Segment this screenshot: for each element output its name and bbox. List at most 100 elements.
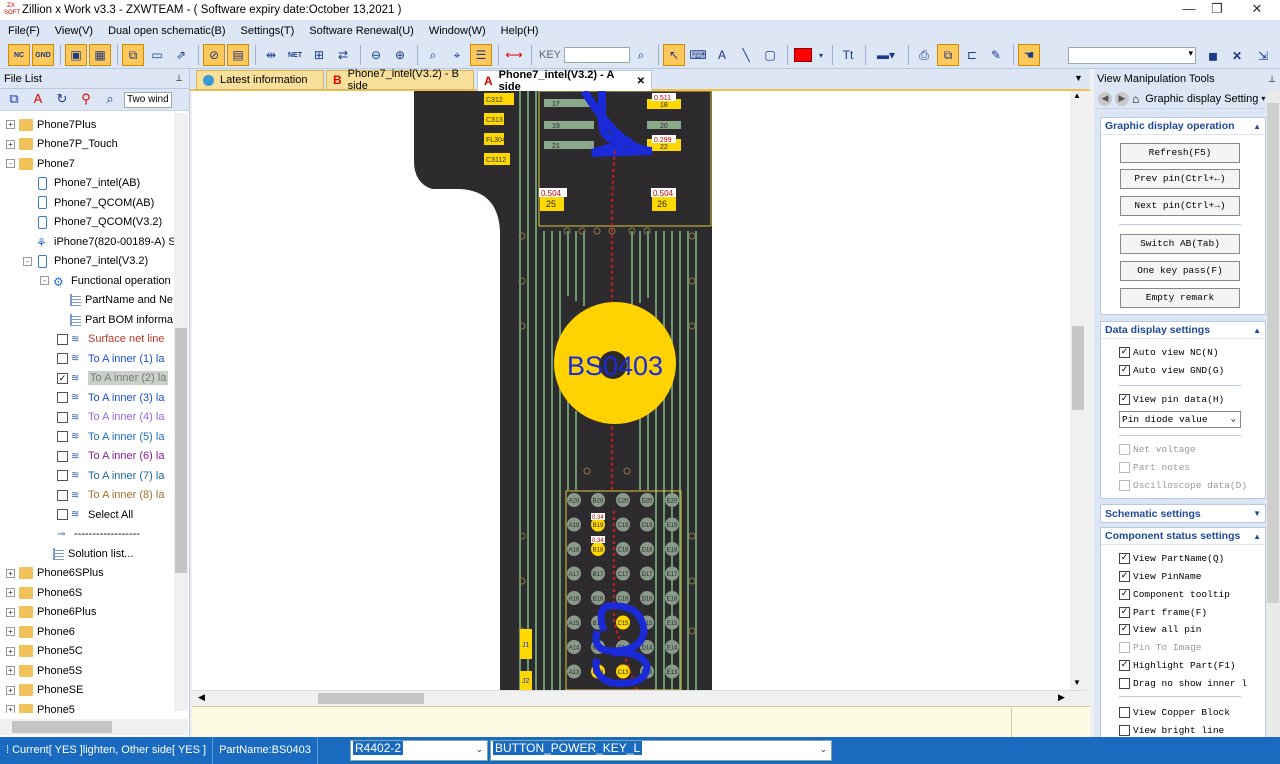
expand-icon[interactable]: + (6, 705, 15, 713)
expand-icon[interactable]: + (6, 568, 15, 578)
pin-icon[interactable]: ⊥ (175, 73, 183, 84)
tree-item[interactable]: ✓ ≋ To A inner (2) la (0, 369, 169, 388)
pin-data-select[interactable]: Pin diode value ⌄ (1119, 411, 1241, 428)
pin-icon[interactable]: ⊥ (1268, 74, 1276, 85)
menu-file[interactable]: File(F) (8, 25, 40, 37)
zoom-out-icon[interactable]: ⊖ (365, 44, 387, 66)
pointer-icon[interactable]: ↖ (663, 44, 686, 66)
line-icon[interactable]: ╲ (735, 44, 757, 66)
maximize-button[interactable]: ❐ (1198, 0, 1236, 20)
close-button[interactable]: ✕ (1238, 0, 1276, 20)
scroll-down-icon[interactable]: ▼ (1073, 678, 1081, 687)
scroll-right-icon[interactable]: ▶ (1058, 692, 1065, 703)
menu-software-renewal[interactable]: Software Renewal(U) (309, 25, 414, 37)
chevron-down-icon[interactable]: ▾ (1261, 94, 1265, 103)
next-pin-button[interactable]: Next pin(Ctrl+→) (1120, 196, 1240, 216)
part-icon[interactable]: ▣ (65, 44, 87, 66)
tree-item[interactable]: + Phone6Plus (0, 603, 96, 622)
screenshot-icon[interactable]: ⎙ (913, 44, 935, 66)
rect-icon[interactable]: ▢ (759, 44, 781, 66)
keyboard-icon[interactable]: ⌨ (687, 44, 709, 66)
settings-nav-label[interactable]: Graphic display Setting (1145, 93, 1258, 105)
tree-item[interactable]: ≋ To A inner (7) la (0, 466, 164, 485)
view-pin-data-checkbox[interactable]: ✓ View pin data(H) (1119, 391, 1224, 407)
line-style-icon[interactable]: ▬▾ (870, 44, 902, 66)
location-icon[interactable]: ⚲ (76, 91, 96, 109)
canvas-vertical-scrollbar[interactable]: ▲ ▼ (1070, 91, 1086, 690)
component-option-checkbox[interactable]: ✓ Part frame(F) (1119, 604, 1207, 620)
expand-icon[interactable]: + (6, 120, 15, 129)
tree-item[interactable]: ⊸ ------------------ (0, 525, 140, 544)
noise-icon[interactable]: ⊘ (203, 44, 225, 66)
pin-icon[interactable]: ✎ (985, 44, 1007, 66)
tree-item[interactable]: ≋ To A inner (5) la (0, 427, 164, 446)
tree-item[interactable]: + Phone6 (0, 622, 75, 641)
scrollbar-thumb[interactable] (1072, 326, 1084, 410)
tree-item[interactable]: ≋ To A inner (8) la (0, 486, 164, 505)
zoom-in-icon[interactable]: ⊕ (389, 44, 411, 66)
tree-item[interactable]: Phone7_QCOM(V3.2) (0, 213, 162, 232)
component-option-checkbox[interactable]: View Copper Block (1119, 704, 1230, 720)
chevron-down-icon[interactable]: ⌄ (475, 744, 483, 755)
layout-icon[interactable]: ⊏ (961, 44, 983, 66)
tree-item[interactable]: + Phone6S (0, 583, 82, 602)
hand-icon[interactable]: ☚ (1018, 44, 1041, 66)
external-icon[interactable]: ⇗ (170, 44, 192, 66)
section-header[interactable]: Component status settings ▲ (1101, 528, 1265, 545)
color-picker[interactable] (792, 44, 814, 66)
chip-icon[interactable]: ▦ (89, 44, 111, 66)
tree-item[interactable]: ≋ Surface net line (0, 330, 164, 349)
oscilloscope-data-checkbox[interactable]: Oscilloscope data(D) (1119, 477, 1247, 493)
section-header[interactable]: Schematic settings ▼ (1101, 505, 1265, 522)
fit-icon[interactable]: ⊞ (308, 44, 330, 66)
expand-icon[interactable]: + (6, 646, 15, 656)
collapse-icon[interactable]: - (6, 159, 15, 168)
forward-icon[interactable]: ▶ (1115, 91, 1129, 106)
back-icon[interactable]: ◀ (1098, 91, 1112, 106)
prev-pin-button[interactable]: Prev pin(Ctrl+←) (1120, 169, 1240, 189)
empty-remark-button[interactable]: Empty remark (1120, 288, 1240, 308)
find-icon[interactable]: ⌕ (422, 44, 444, 66)
color-dropdown-icon[interactable]: ▾ (816, 44, 826, 66)
tree-horizontal-scrollbar[interactable] (0, 719, 188, 735)
component-option-checkbox[interactable]: Pin To Image (1119, 639, 1201, 655)
menu-help[interactable]: Help(H) (501, 25, 539, 37)
checkbox[interactable] (57, 450, 68, 462)
copy-icon[interactable]: ⧉ (937, 44, 960, 66)
home-icon[interactable]: ⌂ (1132, 92, 1139, 106)
component-option-checkbox[interactable]: ✓ Highlight Part(F1) (1119, 657, 1236, 673)
window-icon[interactable]: ▭ (146, 44, 168, 66)
tree-item[interactable]: ≋ To A inner (3) la (0, 388, 164, 407)
checkbox[interactable] (57, 470, 68, 481)
font-size-button[interactable]: Tt (837, 44, 859, 66)
expand-icon[interactable]: + (6, 607, 15, 617)
grid-icon[interactable]: ▤ (227, 44, 249, 66)
search-icon[interactable]: ⌕ (630, 44, 652, 66)
clear-icon[interactable]: ✕ (1226, 45, 1248, 67)
checkbox[interactable] (57, 431, 68, 442)
menu-window[interactable]: Window(W) (429, 25, 486, 37)
net-voltage-checkbox[interactable]: Net voltage (1119, 441, 1196, 457)
expand-icon[interactable]: ⇲ (1252, 45, 1274, 67)
tree-item[interactable]: ≋ To A inner (1) la (0, 349, 164, 368)
menu-dual-open[interactable]: Dual open schematic(B) (108, 25, 225, 37)
list-icon[interactable]: ☰ (470, 44, 492, 66)
tree-item[interactable]: ⚘ iPhone7(820-00189-A) Sc (0, 232, 174, 251)
nc-button[interactable]: NC (8, 44, 30, 66)
tree-item[interactable]: Solution list... (0, 544, 133, 563)
checkbox[interactable] (57, 489, 68, 501)
measure-icon[interactable]: ⟷ (503, 44, 525, 66)
tree-item[interactable]: ≋ To A inner (4) la (0, 408, 164, 427)
tree-item[interactable]: + Phone7Plus (0, 115, 96, 134)
scroll-up-icon[interactable]: ▲ (1073, 91, 1081, 100)
one-key-pass-button[interactable]: One key pass(F) (1120, 261, 1240, 281)
net-combo[interactable]: BUTTON_POWER_KEY_L ⌄ (490, 740, 832, 761)
tree-item[interactable]: + Phone5S (0, 661, 82, 680)
tree-item[interactable]: Phone7_intel(AB) (0, 174, 140, 193)
search-combo[interactable]: ▾ (1068, 47, 1196, 64)
component-option-checkbox[interactable]: ✓ Component tooltip (1119, 586, 1230, 602)
expand-icon[interactable]: + (6, 139, 15, 149)
tree-item[interactable]: ≋ Select All (0, 505, 133, 524)
expand-icon[interactable]: + (6, 685, 15, 695)
expand-icon[interactable]: + (6, 666, 15, 675)
